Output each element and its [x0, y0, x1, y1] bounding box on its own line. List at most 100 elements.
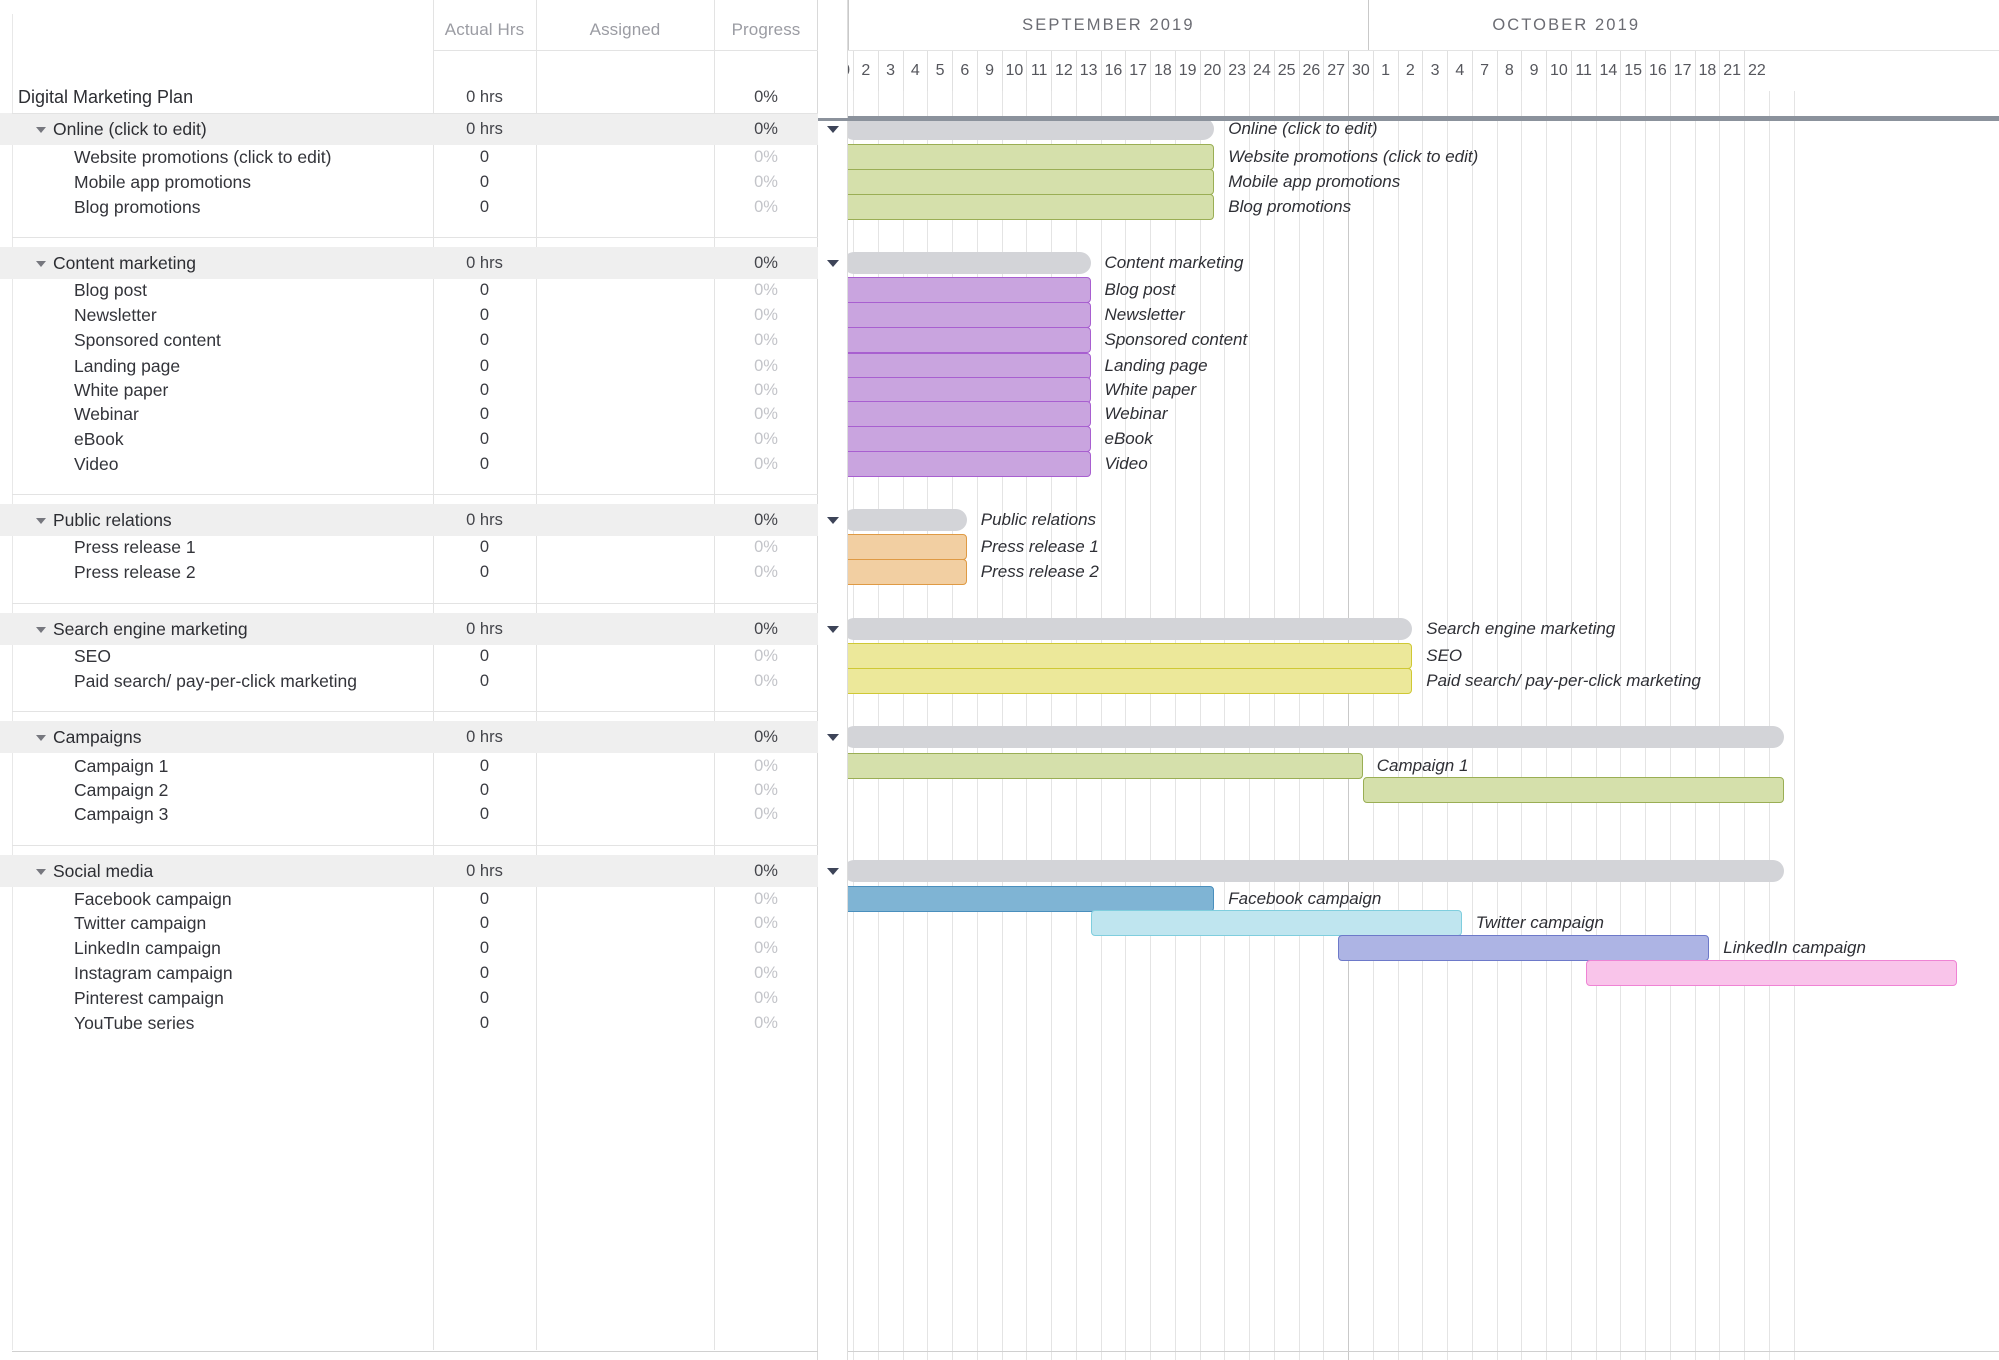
chevron-down-icon[interactable]: [36, 517, 46, 524]
cell-actual-hrs[interactable]: 0: [433, 306, 536, 325]
row-name[interactable]: Campaign 3: [0, 804, 433, 825]
chevron-down-icon[interactable]: [36, 626, 46, 633]
cell-actual-hrs[interactable]: 0: [433, 563, 536, 582]
cell-actual-hrs[interactable]: 0: [433, 538, 536, 557]
cell-actual-hrs[interactable]: 0 hrs: [433, 88, 536, 107]
cell-progress[interactable]: 0%: [714, 331, 818, 350]
cell-progress[interactable]: 0%: [714, 198, 818, 217]
cell-actual-hrs[interactable]: 0 hrs: [433, 254, 536, 273]
task-bar[interactable]: [1585, 960, 1957, 986]
cell-actual-hrs[interactable]: 0: [433, 198, 536, 217]
task-bar[interactable]: [843, 302, 1091, 328]
cell-actual-hrs[interactable]: 0: [433, 964, 536, 983]
summary-bar[interactable]: [843, 860, 1784, 882]
row-name[interactable]: Blog promotions: [0, 197, 433, 218]
cell-progress[interactable]: 0%: [714, 430, 818, 449]
row-name[interactable]: Campaigns: [0, 727, 433, 748]
task-bar[interactable]: [843, 401, 1091, 427]
collapse-group-icon[interactable]: [827, 517, 839, 524]
task-row[interactable]: Campaign 3 0 0%: [0, 798, 818, 830]
task-bar[interactable]: [843, 753, 1363, 779]
row-name[interactable]: Paid search/ pay-per-click marketing: [0, 671, 433, 692]
task-bar[interactable]: [843, 668, 1413, 694]
task-bar[interactable]: [1090, 910, 1462, 936]
task-bar[interactable]: [843, 451, 1091, 477]
cell-progress[interactable]: 0%: [714, 914, 818, 933]
row-name[interactable]: Content marketing: [0, 253, 433, 274]
row-name[interactable]: Mobile app promotions: [0, 172, 433, 193]
task-bar[interactable]: [843, 377, 1091, 403]
task-bar[interactable]: [843, 534, 967, 560]
group-row[interactable]: Campaigns 0 hrs 0%: [0, 721, 818, 753]
cell-actual-hrs[interactable]: 0 hrs: [433, 728, 536, 747]
cell-actual-hrs[interactable]: 0 hrs: [433, 511, 536, 530]
cell-progress[interactable]: 0%: [714, 254, 818, 273]
task-bar[interactable]: [843, 426, 1091, 452]
column-header-progress[interactable]: Progress: [714, 20, 818, 40]
cell-actual-hrs[interactable]: 0: [433, 757, 536, 776]
cell-progress[interactable]: 0%: [714, 148, 818, 167]
timeline-panel[interactable]: SEPTEMBER 2019OCTOBER 2019 3023456910111…: [818, 0, 1999, 1360]
cell-progress[interactable]: 0%: [714, 381, 818, 400]
cell-actual-hrs[interactable]: 0: [433, 781, 536, 800]
cell-actual-hrs[interactable]: 0: [433, 381, 536, 400]
cell-progress[interactable]: 0%: [714, 805, 818, 824]
summary-bar[interactable]: [843, 726, 1784, 748]
column-header-actual-hrs[interactable]: Actual Hrs: [433, 20, 536, 40]
cell-progress[interactable]: 0%: [714, 281, 818, 300]
task-bar[interactable]: [843, 643, 1413, 669]
cell-progress[interactable]: 0%: [714, 88, 818, 107]
row-name[interactable]: Online (click to edit): [0, 119, 433, 140]
cell-actual-hrs[interactable]: 0: [433, 672, 536, 691]
row-name[interactable]: Press release 2: [0, 562, 433, 583]
cell-actual-hrs[interactable]: 0: [433, 405, 536, 424]
row-name[interactable]: Social media: [0, 861, 433, 882]
collapse-group-icon[interactable]: [827, 126, 839, 133]
cell-actual-hrs[interactable]: 0: [433, 148, 536, 167]
row-name[interactable]: Press release 1: [0, 537, 433, 558]
task-bar[interactable]: [843, 169, 1215, 195]
chevron-down-icon[interactable]: [36, 126, 46, 133]
summary-bar[interactable]: [843, 618, 1413, 640]
collapse-group-icon[interactable]: [827, 868, 839, 875]
task-bar[interactable]: [1362, 777, 1784, 803]
cell-actual-hrs[interactable]: 0: [433, 1014, 536, 1033]
task-bar[interactable]: [843, 194, 1215, 220]
cell-actual-hrs[interactable]: 0 hrs: [433, 120, 536, 139]
cell-progress[interactable]: 0%: [714, 964, 818, 983]
cell-actual-hrs[interactable]: 0: [433, 281, 536, 300]
row-name[interactable]: eBook: [0, 429, 433, 450]
cell-actual-hrs[interactable]: 0 hrs: [433, 862, 536, 881]
cell-progress[interactable]: 0%: [714, 620, 818, 639]
cell-progress[interactable]: 0%: [714, 357, 818, 376]
task-bar[interactable]: [1338, 935, 1710, 961]
collapse-group-icon[interactable]: [827, 734, 839, 741]
task-row[interactable]: Paid search/ pay-per-click marketing 0 0%: [0, 665, 818, 697]
cell-progress[interactable]: 0%: [714, 890, 818, 909]
row-name[interactable]: YouTube series: [0, 1013, 433, 1034]
cell-actual-hrs[interactable]: 0: [433, 914, 536, 933]
task-row[interactable]: YouTube series 0 0%: [0, 1007, 818, 1039]
task-row[interactable]: Press release 2 0 0%: [0, 556, 818, 588]
cell-progress[interactable]: 0%: [714, 989, 818, 1008]
task-row[interactable]: Blog promotions 0 0%: [0, 191, 818, 223]
cell-progress[interactable]: 0%: [714, 405, 818, 424]
cell-progress[interactable]: 0%: [714, 306, 818, 325]
cell-progress[interactable]: 0%: [714, 781, 818, 800]
task-bar[interactable]: [843, 886, 1215, 912]
cell-actual-hrs[interactable]: 0: [433, 173, 536, 192]
task-bar[interactable]: [843, 144, 1215, 170]
project-row[interactable]: Digital Marketing Plan 0 hrs 0%: [0, 81, 818, 113]
row-name[interactable]: Webinar: [0, 404, 433, 425]
cell-progress[interactable]: 0%: [714, 538, 818, 557]
cell-progress[interactable]: 0%: [714, 173, 818, 192]
chevron-down-icon[interactable]: [36, 734, 46, 741]
row-name[interactable]: Sponsored content: [0, 330, 433, 351]
column-header-assigned[interactable]: Assigned: [536, 20, 714, 40]
cell-actual-hrs[interactable]: 0: [433, 805, 536, 824]
row-name[interactable]: Website promotions (click to edit): [0, 147, 433, 168]
cell-progress[interactable]: 0%: [714, 939, 818, 958]
collapse-group-icon[interactable]: [827, 626, 839, 633]
summary-bar[interactable]: [843, 252, 1091, 274]
cell-actual-hrs[interactable]: 0: [433, 430, 536, 449]
